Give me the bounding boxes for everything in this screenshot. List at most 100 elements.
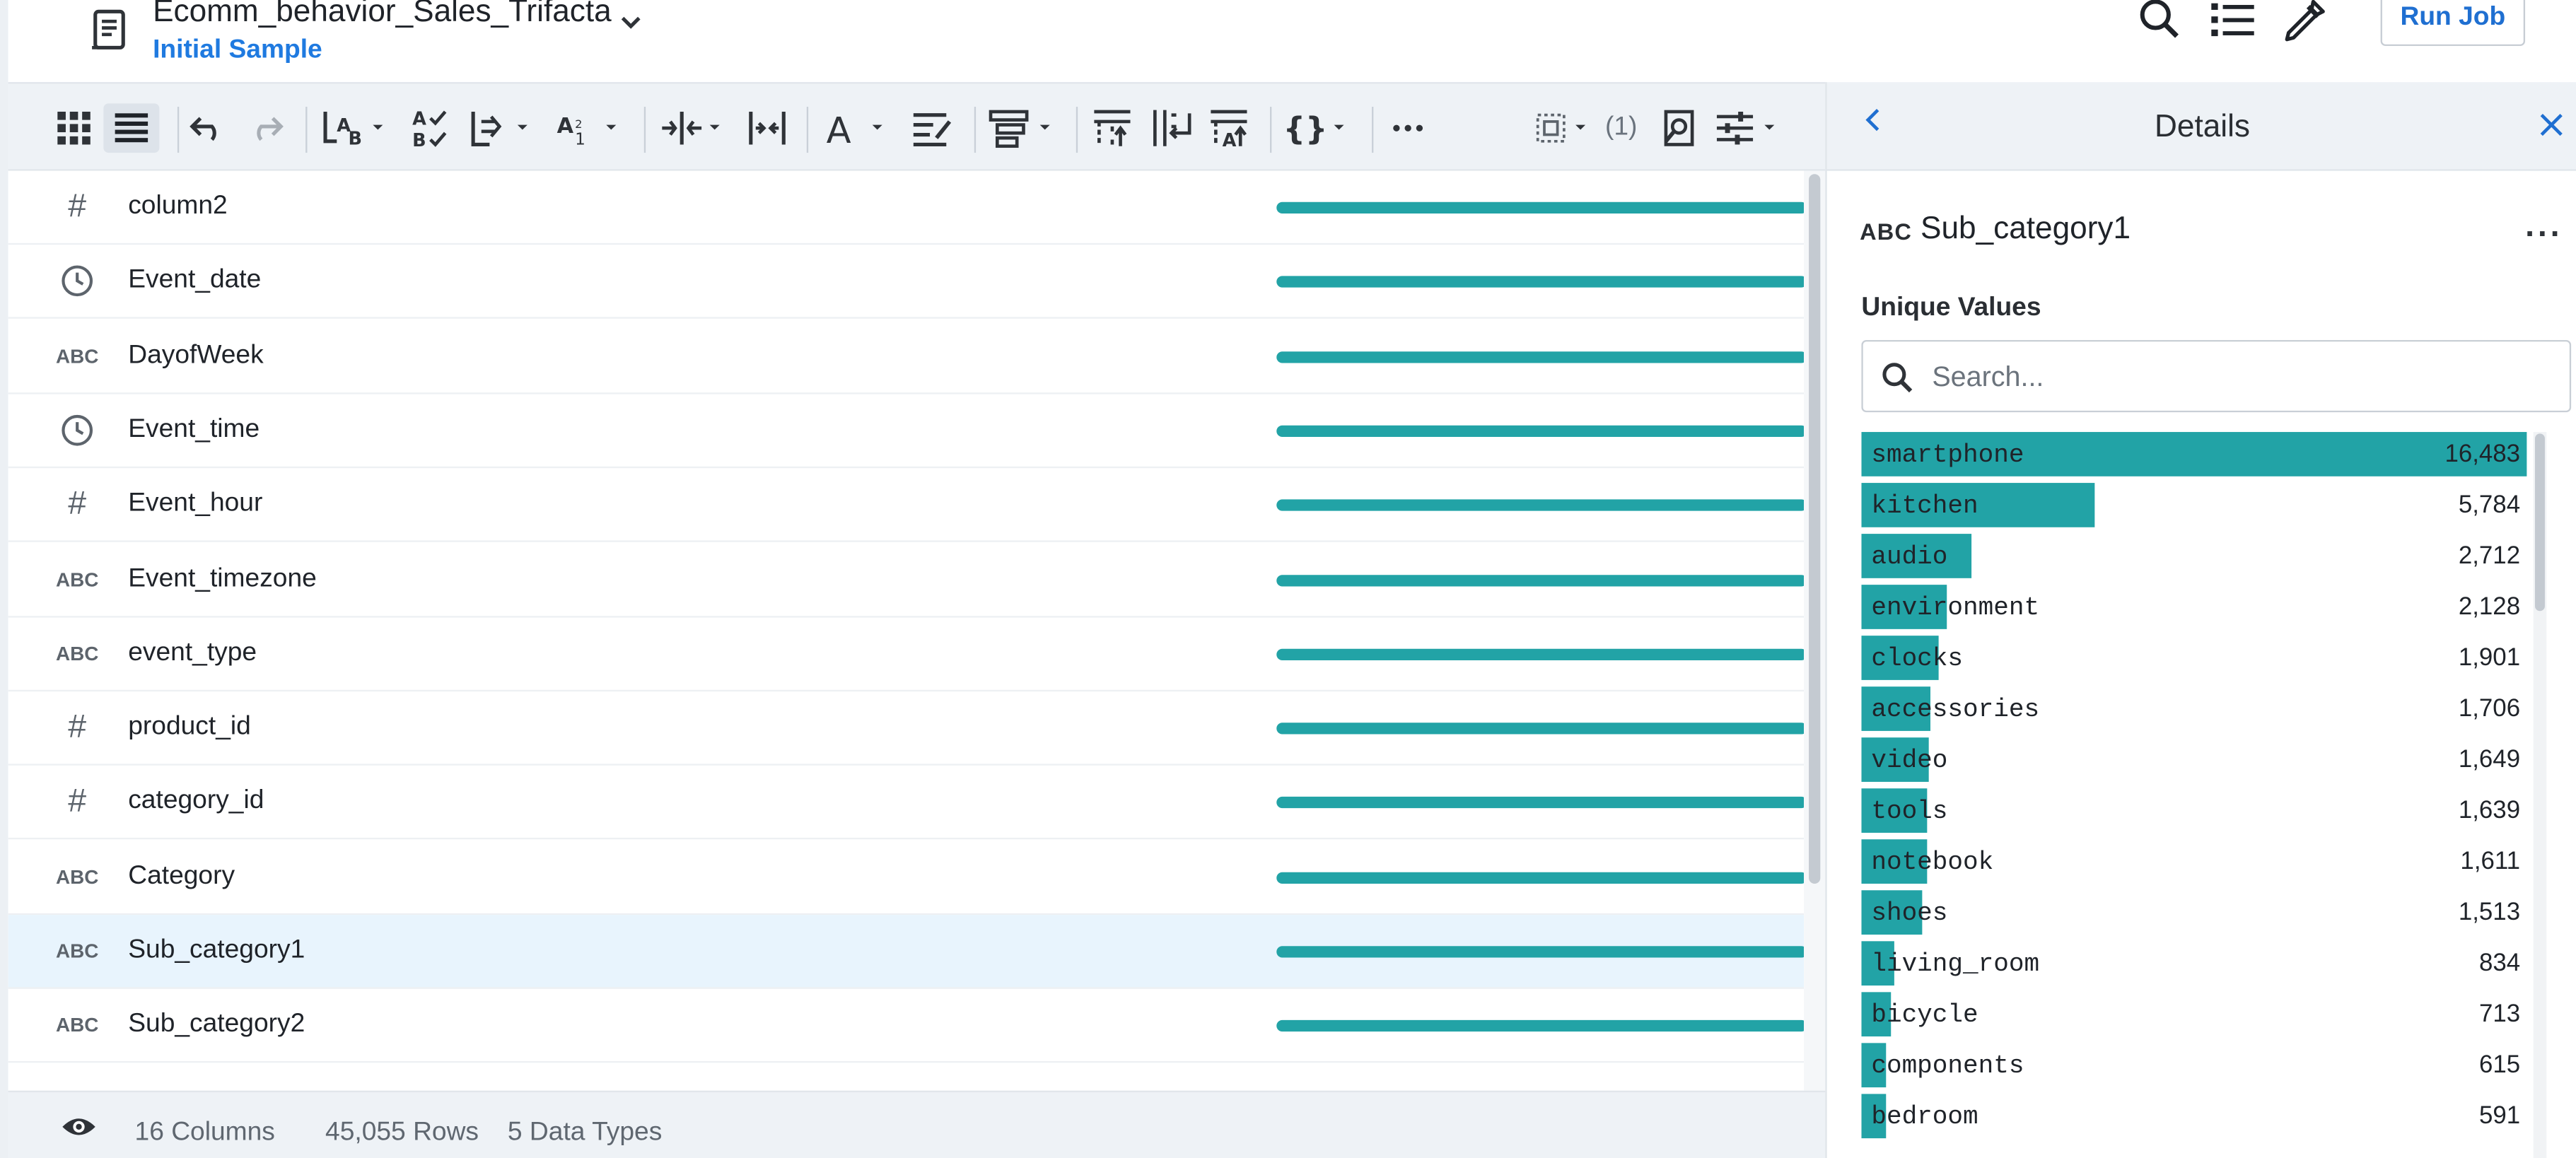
close-icon[interactable] (2539, 112, 2565, 146)
data-type-count: 5 Data Types (507, 1118, 663, 1147)
unique-value-row[interactable]: shoes 1,513 (1861, 890, 2531, 935)
value-count: 2,712 (2458, 542, 2521, 571)
search-icon[interactable] (2138, 0, 2184, 42)
column-name: category_id (128, 787, 264, 816)
select-columns-icon[interactable] (1533, 103, 1599, 153)
list-view-icon[interactable] (103, 103, 160, 153)
column-row[interactable]: ABC Event_timezone (8, 543, 1805, 617)
unique-value-row[interactable]: audio 2,712 (1861, 534, 2531, 578)
data-quality-bar[interactable] (1276, 574, 1805, 586)
eyedropper-icon[interactable] (2280, 0, 2326, 42)
undo-icon[interactable] (186, 103, 228, 153)
selection-count: (1) (1604, 113, 1638, 141)
unique-value-row[interactable]: environment 2,128 (1861, 585, 2531, 629)
column-name: event_type (128, 638, 257, 667)
extract-icon[interactable] (987, 103, 1059, 153)
string-type-icon: ABC (55, 939, 99, 963)
unique-value-row[interactable]: smartphone 16,483 (1861, 432, 2531, 476)
string-type-icon: ABC (55, 641, 99, 665)
column-row[interactable]: ABC DayofWeek (8, 320, 1805, 394)
list-scrollbar-thumb[interactable] (1809, 174, 1821, 884)
data-quality-bar[interactable] (1276, 871, 1805, 884)
column-row[interactable]: ABC Category (8, 841, 1805, 915)
data-quality-bar[interactable] (1276, 1020, 1805, 1032)
data-quality-bar[interactable] (1276, 946, 1805, 958)
unique-value-row[interactable]: accessories 1,706 (1861, 686, 2531, 731)
svg-text:A: A (1223, 130, 1237, 150)
rename-icon[interactable] (909, 103, 955, 153)
settings-icon[interactable] (1713, 103, 1783, 153)
flow-title-text: Ecomm_behavior_Sales_Trifacta (153, 0, 612, 30)
data-quality-bar[interactable] (1276, 201, 1805, 214)
string-type-icon: ABC (55, 344, 99, 368)
list-icon[interactable] (2210, 0, 2256, 42)
format-text-icon[interactable]: A (823, 103, 892, 153)
unique-value-row[interactable]: components 615 (1861, 1043, 2531, 1088)
column-name: Event_date (128, 267, 262, 295)
more-icon[interactable] (1385, 103, 1431, 153)
filter-icon[interactable]: AB (409, 103, 455, 153)
toolbar-divider (177, 107, 180, 153)
svg-text:B: B (412, 130, 426, 150)
unpivot-icon[interactable] (1148, 103, 1194, 153)
svg-text:A: A (827, 110, 851, 148)
column-name: column2 (128, 192, 228, 221)
unique-value-row[interactable]: bicycle 713 (1861, 992, 2531, 1037)
data-quality-bar[interactable] (1276, 425, 1805, 437)
inspect-icon[interactable] (1656, 103, 1702, 153)
data-quality-bar[interactable] (1276, 276, 1805, 288)
unique-values-search[interactable] (1861, 339, 2572, 413)
unique-value-row[interactable]: bedroom 591 (1861, 1094, 2531, 1139)
pivot-icon[interactable] (1089, 103, 1135, 153)
data-quality-bar[interactable] (1276, 797, 1805, 809)
toolbar-divider (974, 107, 977, 153)
replace-icon[interactable]: AB (320, 103, 386, 153)
move-icon[interactable] (659, 103, 728, 153)
value-label: bicycle (1871, 1000, 1978, 1030)
column-name: DayofWeek (128, 341, 264, 369)
column-row[interactable]: # product_id (8, 691, 1805, 766)
column-row[interactable]: ABC Sub_category1 (8, 915, 1805, 989)
column-row[interactable]: # category_id (8, 766, 1805, 841)
column-row[interactable]: Event_date (8, 245, 1805, 320)
restructure-icon[interactable]: A (1206, 103, 1252, 153)
flow-title[interactable]: Ecomm_behavior_Sales_Trifacta (153, 0, 643, 31)
value-count: 713 (2478, 1000, 2521, 1029)
sample-link[interactable]: Initial Sample (153, 36, 322, 66)
data-quality-bar[interactable] (1276, 723, 1805, 735)
data-quality-bar[interactable] (1276, 499, 1805, 512)
chevron-down-icon[interactable] (619, 5, 643, 29)
data-quality-bar[interactable] (1276, 648, 1805, 660)
details-title: Details (2155, 110, 2250, 145)
search-input[interactable] (1928, 354, 2560, 401)
split-icon[interactable] (468, 103, 534, 153)
unique-value-row[interactable]: clocks 1,901 (1861, 636, 2531, 680)
unique-value-row[interactable]: living_room 834 (1861, 941, 2531, 986)
column-row[interactable]: Event_time (8, 394, 1805, 468)
clock-icon (57, 414, 97, 446)
unique-value-row[interactable]: kitchen 5,784 (1861, 483, 2531, 527)
column-menu-button[interactable]: ··· (2525, 217, 2563, 255)
value-count: 1,649 (2458, 745, 2521, 774)
run-job-button[interactable]: Run Job (2380, 0, 2526, 47)
column-name: Event_time (128, 415, 260, 444)
details-header: Details (1826, 82, 2576, 171)
sort-icon[interactable]: A12 (555, 103, 624, 153)
grid-view-icon[interactable] (51, 103, 97, 153)
column-row[interactable]: # column2 (8, 171, 1805, 245)
value-label: shoes (1871, 898, 1948, 928)
value-label: notebook (1871, 847, 1994, 877)
unique-values-heading: Unique Values (1861, 293, 2041, 322)
unique-value-row[interactable]: video 1,649 (1861, 737, 2531, 782)
merge-columns-icon[interactable] (745, 103, 791, 153)
column-row[interactable]: ABC Sub_category2 (8, 989, 1805, 1063)
unique-value-row[interactable]: tools 1,639 (1861, 788, 2531, 833)
values-scrollbar-thumb[interactable] (2535, 433, 2545, 612)
unique-value-row[interactable]: notebook 1,611 (1861, 839, 2531, 884)
column-row[interactable]: ABC event_type (8, 617, 1805, 691)
clock-icon (57, 265, 97, 298)
column-row[interactable]: # Event_hour (8, 469, 1805, 543)
nested-icon[interactable]: {} (1283, 103, 1353, 153)
eye-icon[interactable] (61, 1116, 97, 1147)
data-quality-bar[interactable] (1276, 351, 1805, 363)
